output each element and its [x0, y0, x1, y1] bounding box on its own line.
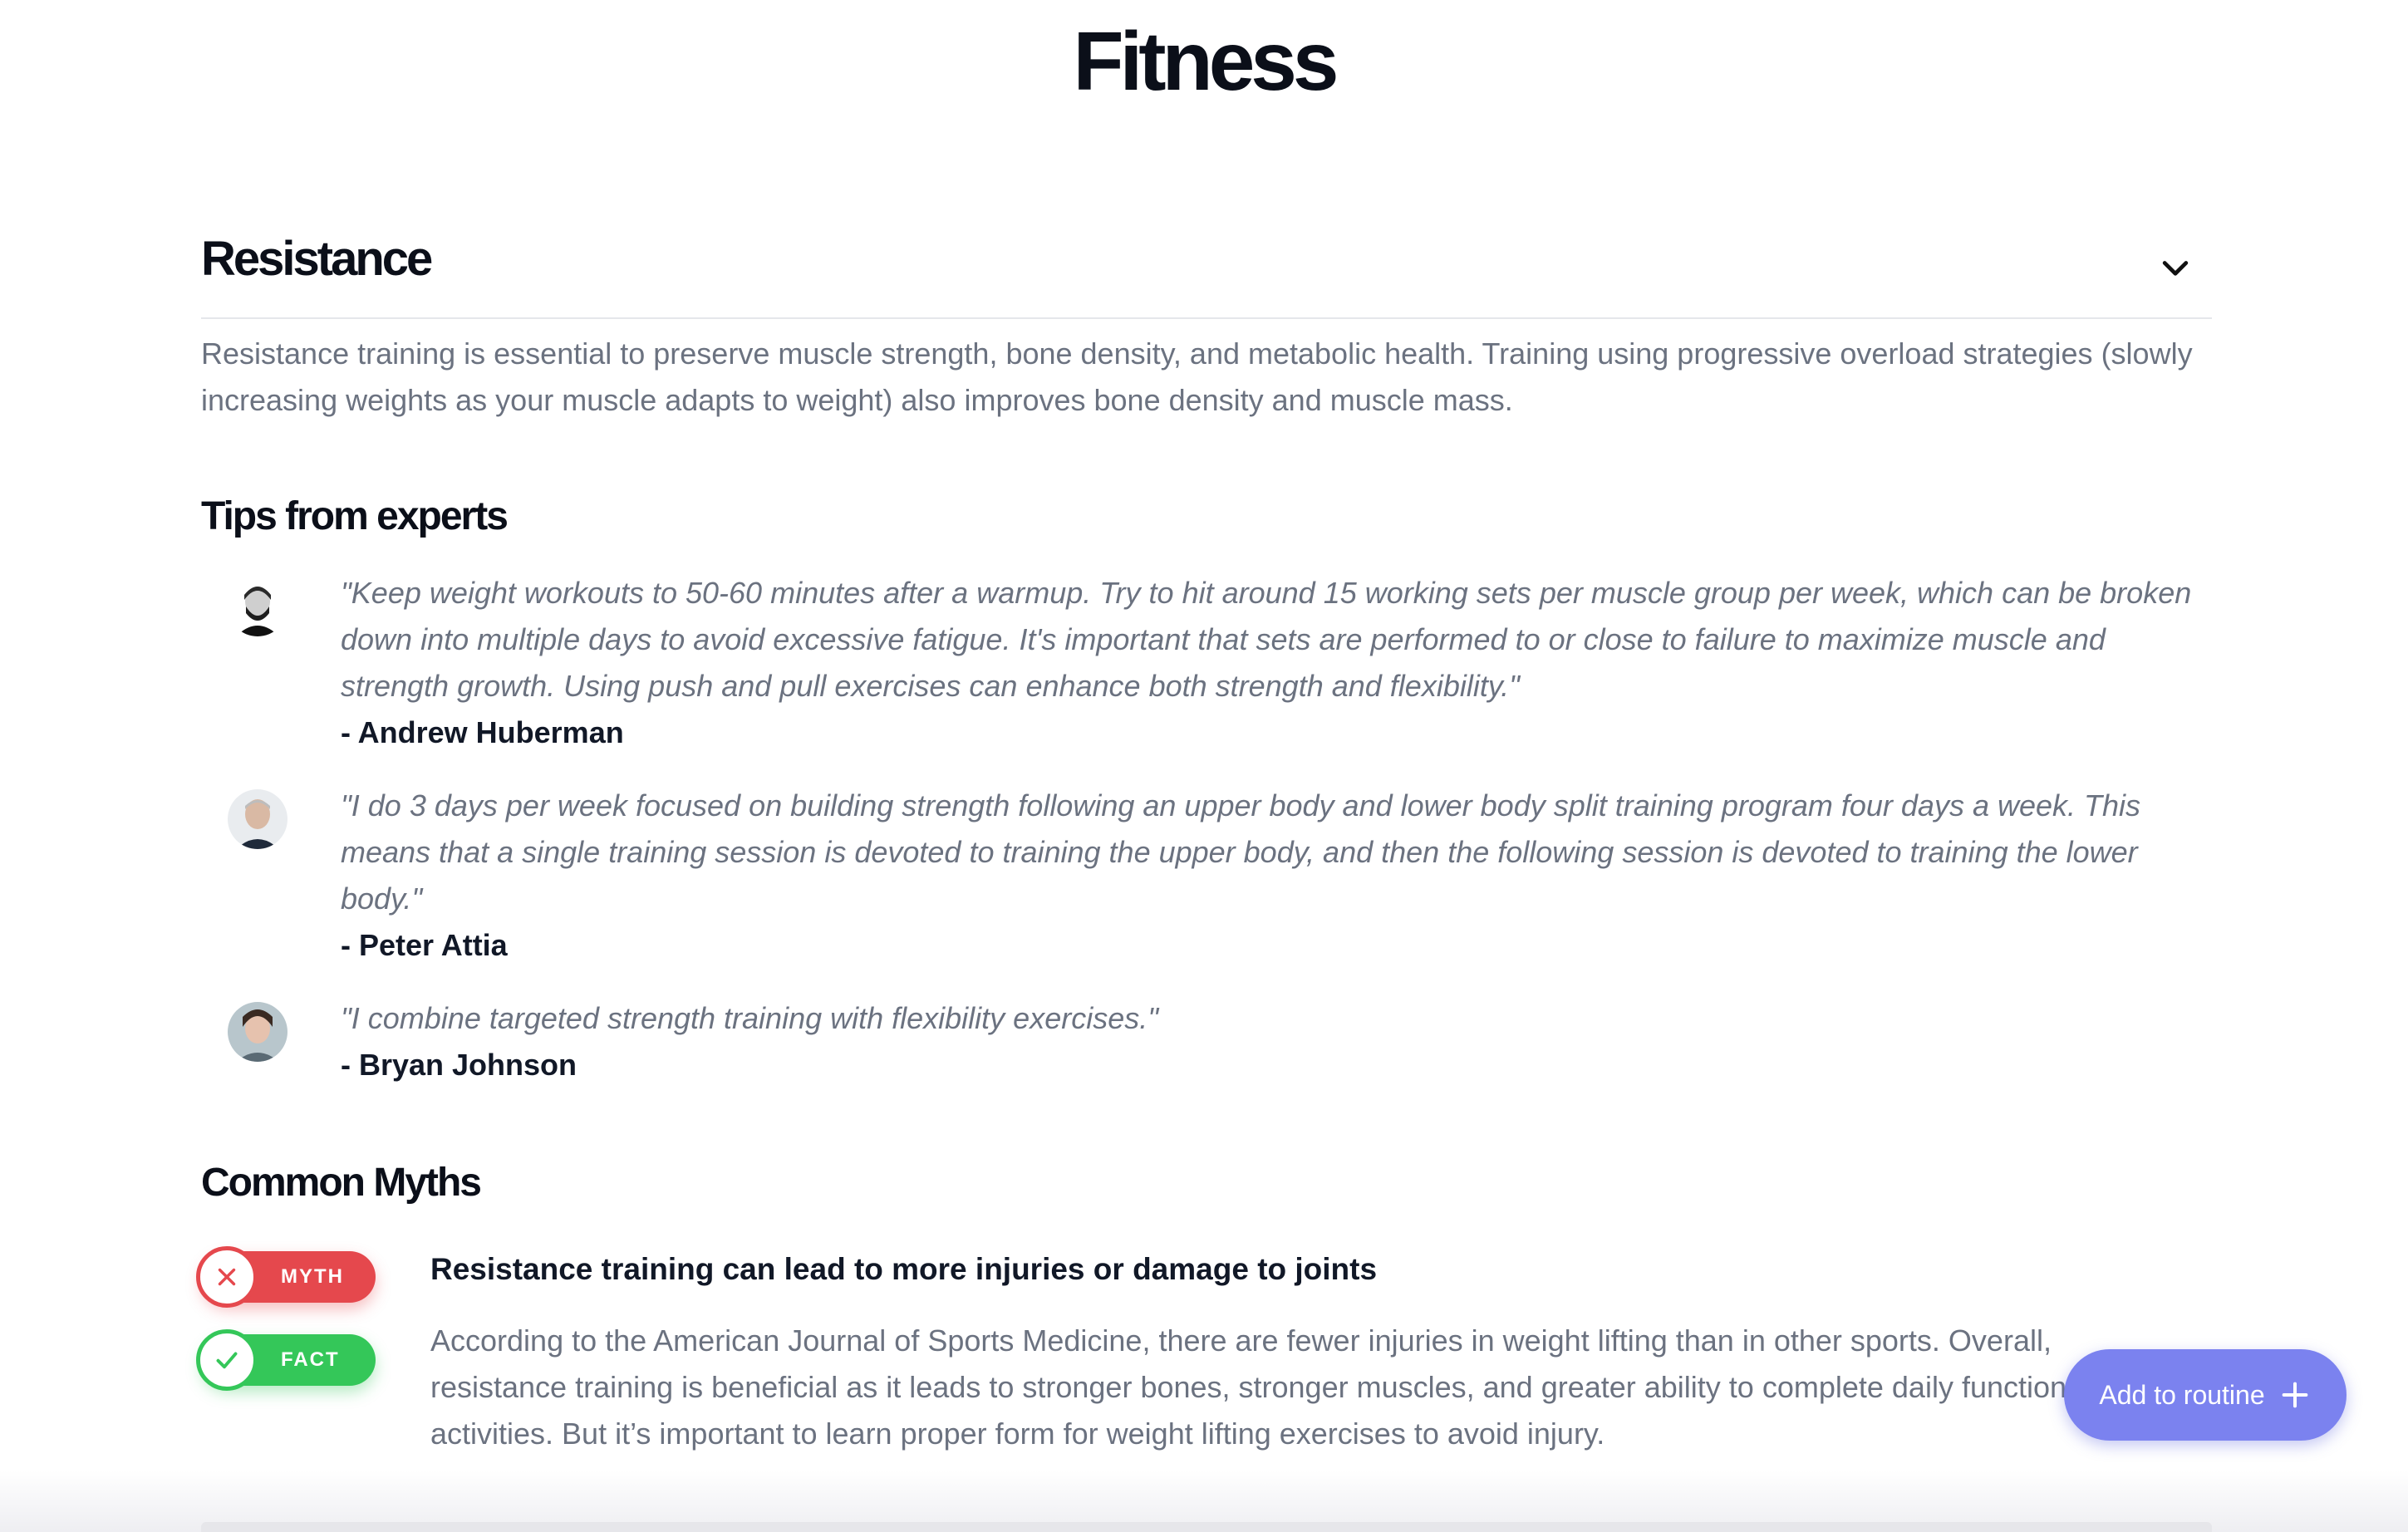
fact-statement: According to the American Journal of Spo…	[430, 1323, 2091, 1451]
fact-badge-label: FACT	[281, 1348, 340, 1371]
tip-author: - Peter Attia	[341, 928, 508, 962]
myth-badge: MYTH	[196, 1246, 376, 1308]
avatar	[228, 577, 287, 636]
avatar	[228, 789, 287, 849]
tip-quote: "I do 3 days per week focused on buildin…	[341, 788, 2141, 916]
tip-author: - Andrew Huberman	[341, 715, 624, 749]
add-to-routine-button[interactable]: Add to routine	[2064, 1349, 2347, 1441]
tips-heading: Tips from experts	[201, 494, 509, 538]
add-to-routine-label: Add to routine	[2099, 1379, 2265, 1410]
myths-heading: Common Myths	[201, 1161, 482, 1205]
section-title: Resistance	[201, 232, 433, 286]
myth-badge-label: MYTH	[281, 1265, 344, 1288]
check-icon	[196, 1329, 258, 1391]
tip-author: - Bryan Johnson	[341, 1048, 577, 1082]
tip-quote: "I combine targeted strength training wi…	[341, 1001, 1159, 1035]
chevron-down-icon[interactable]	[2157, 249, 2194, 286]
fact-badge: FACT	[196, 1329, 376, 1391]
resistance-section-header[interactable]: Resistance	[201, 229, 2212, 319]
tip-quote: "Keep weight workouts to 50-60 minutes a…	[341, 576, 2192, 703]
plus-icon	[2282, 1382, 2307, 1408]
section-intro: Resistance training is essential to pres…	[201, 336, 2193, 417]
close-icon	[196, 1246, 258, 1308]
next-section-card-edge	[201, 1522, 2212, 1532]
myth-statement: Resistance training can lead to more inj…	[430, 1252, 1378, 1286]
page-title: Fitness	[1073, 15, 1339, 108]
avatar	[228, 1002, 287, 1062]
